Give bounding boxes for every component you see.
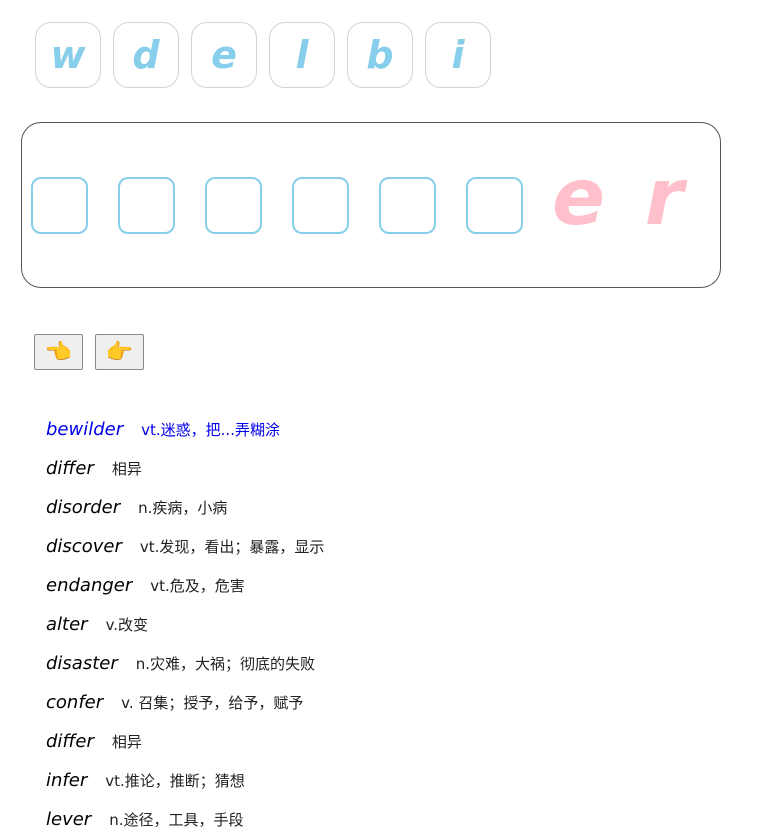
letter-tile[interactable]: d — [113, 22, 179, 88]
word-list: bewilder vt.迷惑，把...弄糊涂 differ 相异 disorder n.疾… — [46, 410, 324, 839]
word-text: discover — [46, 536, 122, 557]
navigation-buttons: 👈 👉 — [34, 334, 144, 370]
hand-pointing-right-icon: 👉 — [105, 339, 134, 364]
word-meaning: vt.发现，看出；暴露，显示 — [139, 538, 325, 556]
letter-tile-label: i — [451, 33, 465, 77]
letter-tile[interactable]: i — [425, 22, 491, 88]
letter-tile[interactable]: b — [347, 22, 413, 88]
suffix-letters: er — [552, 159, 683, 237]
letter-tile-label: e — [211, 33, 237, 77]
letter-tile-label: l — [295, 33, 309, 77]
word-list-item[interactable]: bewilder vt.迷惑，把...弄糊涂 — [46, 410, 324, 449]
word-text: infer — [46, 770, 88, 791]
answer-board: er — [21, 122, 721, 288]
word-text: endanger — [46, 575, 133, 596]
word-text: bewilder — [46, 419, 124, 440]
word-list-item[interactable]: confer v. 召集；授予，给予，赋予 — [46, 683, 324, 722]
letter-tile[interactable]: w — [35, 22, 101, 88]
word-meaning: vt.危及，危害 — [150, 577, 245, 595]
word-list-item[interactable]: lever n.途径，工具，手段 — [46, 800, 324, 839]
word-text: disorder — [46, 497, 121, 518]
answer-slot[interactable] — [292, 177, 349, 234]
word-text: differ — [46, 458, 94, 479]
next-word-button[interactable]: 👉 — [95, 334, 144, 370]
answer-slot[interactable] — [31, 177, 88, 234]
word-list-item[interactable]: infer vt.推论，推断；猜想 — [46, 761, 324, 800]
word-text: alter — [46, 614, 88, 635]
word-text: disaster — [46, 653, 118, 674]
word-list-item[interactable]: discover vt.发现，看出；暴露，显示 — [46, 527, 324, 566]
answer-slot[interactable] — [205, 177, 262, 234]
word-list-item[interactable]: disorder n.疾病，小病 — [46, 488, 324, 527]
word-meaning: n.途径，工具，手段 — [109, 811, 244, 829]
letter-tile[interactable]: l — [269, 22, 335, 88]
answer-slot[interactable] — [379, 177, 436, 234]
answer-slots — [31, 177, 523, 234]
letter-tile-label: d — [132, 33, 160, 77]
letter-tile-label: w — [50, 33, 86, 77]
word-list-item[interactable]: alter v.改变 — [46, 605, 324, 644]
word-text: lever — [46, 809, 92, 830]
answer-slot[interactable] — [118, 177, 175, 234]
letter-tile[interactable]: e — [191, 22, 257, 88]
word-text: confer — [46, 692, 104, 713]
word-meaning: 相异 — [111, 460, 142, 478]
suffix-letter: e — [552, 153, 605, 243]
previous-word-button[interactable]: 👈 — [34, 334, 83, 370]
word-list-item[interactable]: endanger vt.危及，危害 — [46, 566, 324, 605]
word-meaning: v.改变 — [105, 616, 149, 634]
word-meaning: v. 召集；授予，给予，赋予 — [121, 694, 304, 712]
word-meaning: n.疾病，小病 — [138, 499, 228, 517]
word-meaning: n.灾难，大祸；彻底的失败 — [135, 655, 316, 673]
word-text: differ — [46, 731, 94, 752]
word-meaning: vt.迷惑，把...弄糊涂 — [141, 421, 280, 439]
word-list-item[interactable]: differ 相异 — [46, 449, 324, 488]
letter-tile-label: b — [366, 33, 394, 77]
answer-slot[interactable] — [466, 177, 523, 234]
word-list-item[interactable]: disaster n.灾难，大祸；彻底的失败 — [46, 644, 324, 683]
hand-pointing-left-icon: 👈 — [44, 339, 73, 364]
word-meaning: 相异 — [111, 733, 142, 751]
letter-tiles: wdelbi — [35, 22, 491, 88]
word-list-item[interactable]: differ 相异 — [46, 722, 324, 761]
suffix-letter: r — [644, 153, 684, 243]
word-meaning: vt.推论，推断；猜想 — [105, 772, 245, 790]
